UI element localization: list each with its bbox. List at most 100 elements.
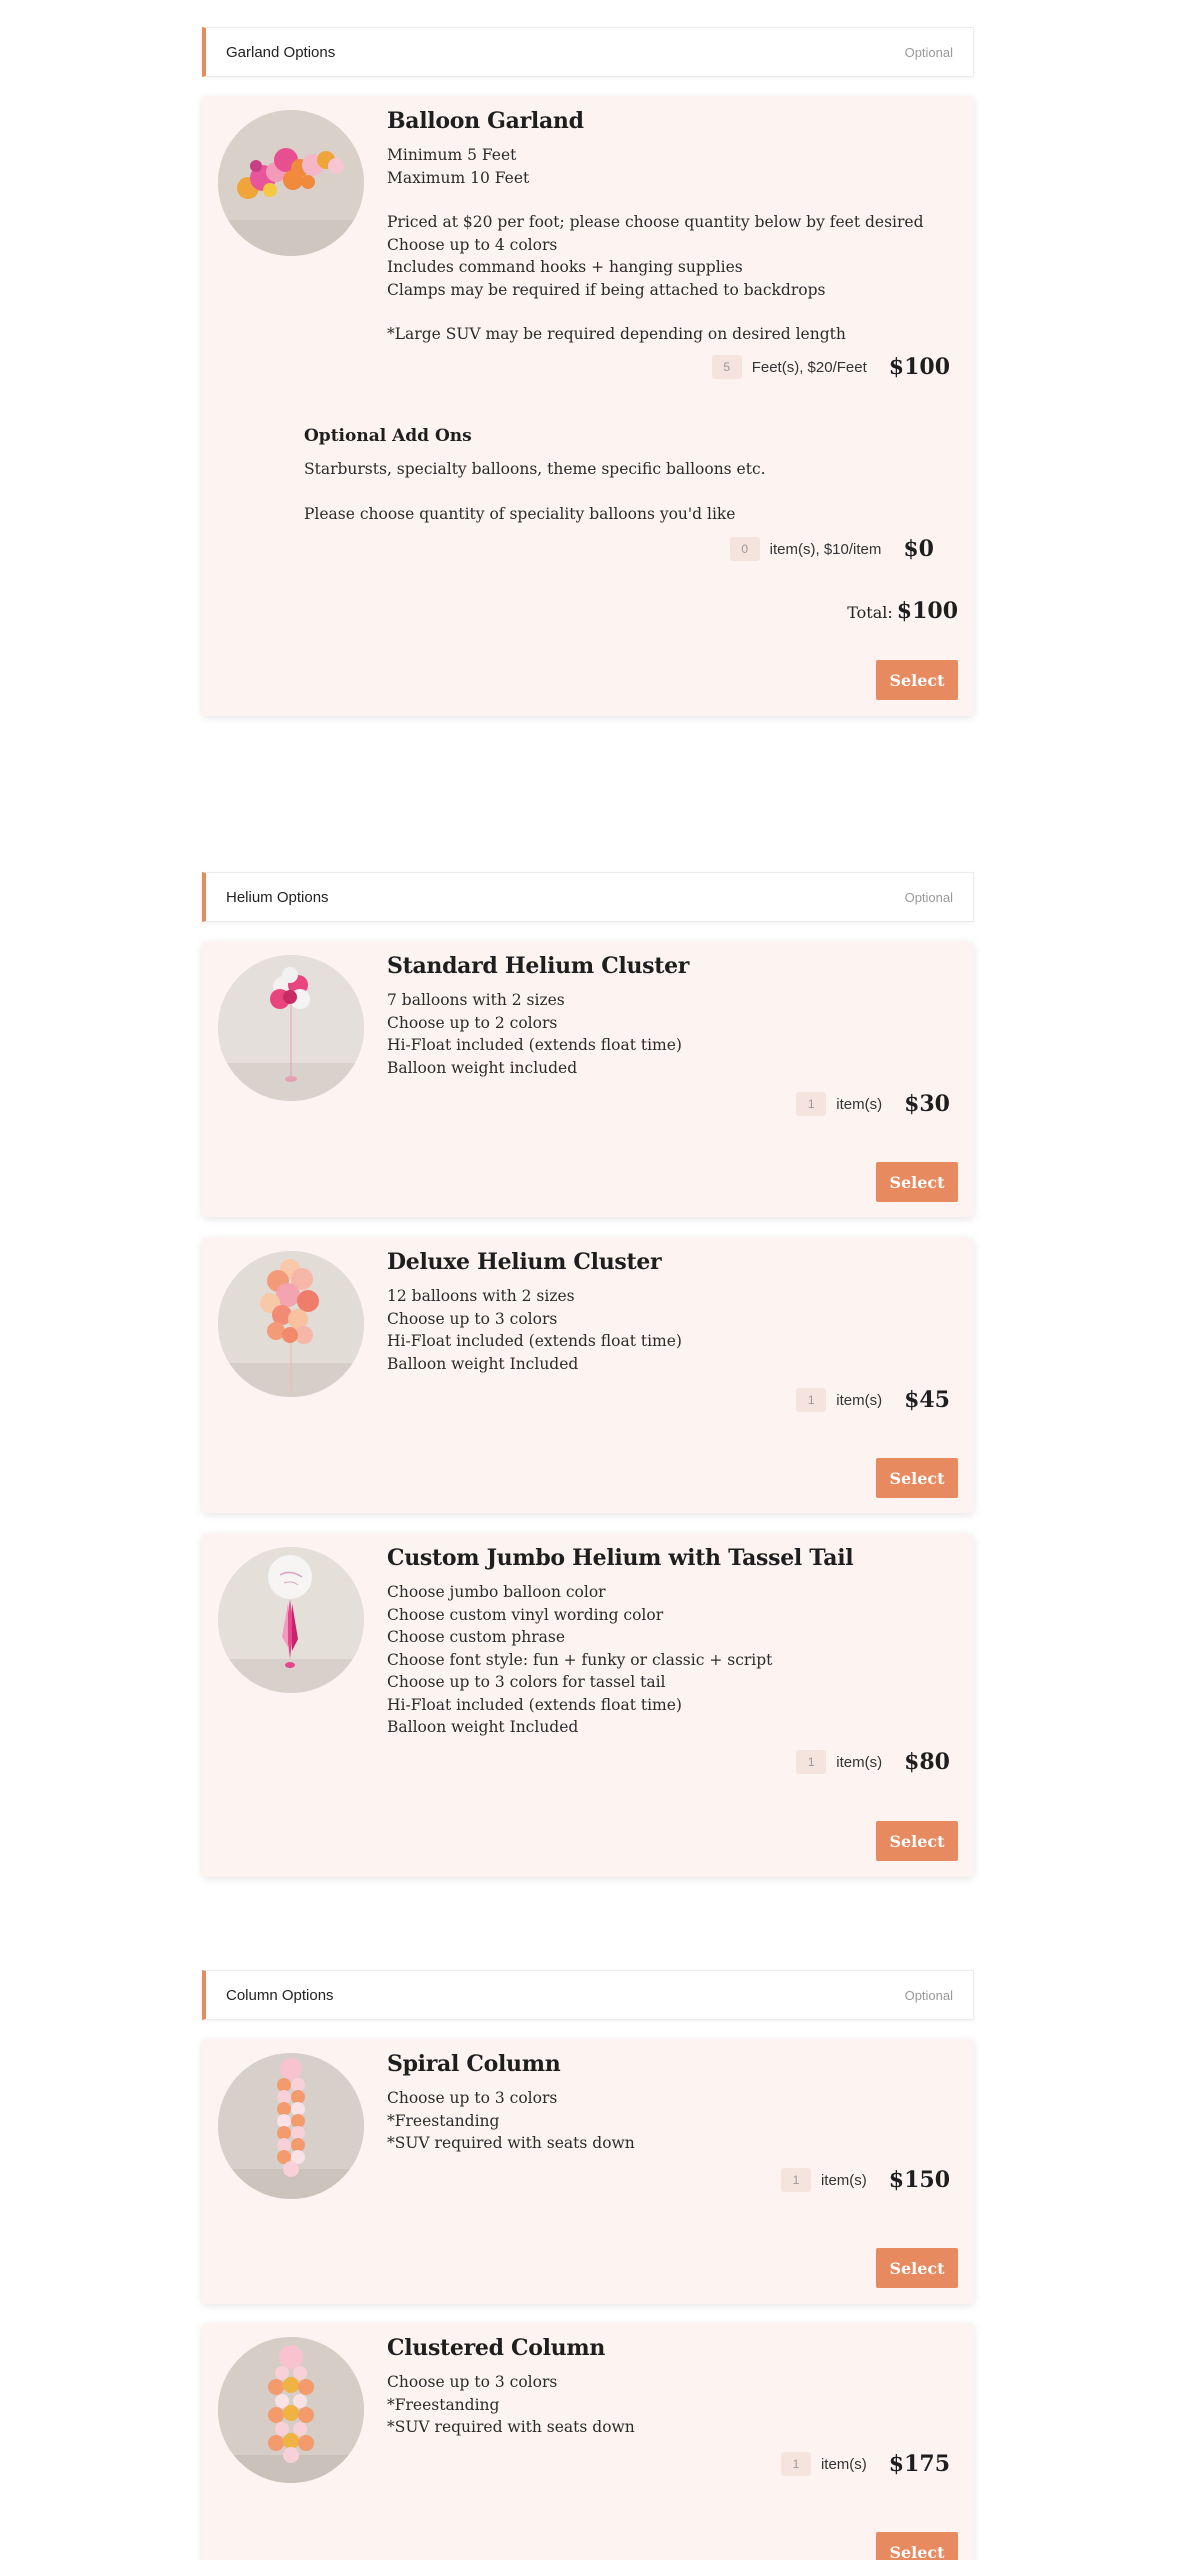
total-row: Total: $100 — [847, 598, 958, 624]
addons-quantity-input[interactable]: 0 — [729, 537, 760, 561]
clustered-column-image — [218, 2337, 364, 2483]
desc-line: Hi-Float included (extends float time) — [387, 1332, 682, 1350]
optional-label: Optional — [904, 1987, 953, 2003]
quantity-row: 1 item(s) $30 — [796, 1091, 950, 1117]
desc-line: *SUV required with seats down — [387, 2418, 635, 2436]
desc-line: Choose font style: fun + funky or classi… — [387, 1650, 773, 1669]
desc-line: Includes command hooks + hanging supplie… — [387, 258, 743, 276]
quantity-unit: Feet(s), $20/Feet — [751, 358, 867, 376]
select-button[interactable]: Select — [876, 2248, 958, 2288]
desc-line: Hi-Float included (extends float time) — [387, 1036, 682, 1054]
desc-line: Priced at $20 per foot; please choose qu… — [387, 213, 924, 231]
desc-line: 7 balloons with 2 sizes — [387, 991, 565, 1009]
desc-line: Choose up to 3 colors for tassel tail — [387, 1673, 666, 1691]
balloon-garland-image — [218, 110, 364, 256]
section-title: Column Options — [226, 1986, 334, 2004]
price: $150 — [888, 2167, 950, 2193]
select-button[interactable]: Select — [876, 1162, 958, 1202]
section-title: Garland Options — [226, 43, 336, 61]
desc-line: Choose up to 4 colors — [387, 235, 558, 254]
quantity-input[interactable]: 1 — [796, 1388, 827, 1412]
desc-line: *Large SUV may be required depending on … — [387, 325, 846, 343]
quantity-unit: item(s) — [820, 2171, 867, 2189]
quantity-row: 1 item(s) $150 — [780, 2167, 950, 2193]
addons-line: Please choose quantity of speciality bal… — [304, 504, 736, 523]
product-title: Deluxe Helium Cluster — [387, 1249, 662, 1275]
total-value: $100 — [896, 598, 958, 624]
addons-price: $0 — [903, 536, 934, 562]
deluxe-helium-image — [218, 1251, 364, 1397]
spiral-column-card: Spiral Column Choose up to 3 colors *Fre… — [202, 2039, 974, 2304]
product-description: 12 balloons with 2 sizes Choose up to 3 … — [387, 1285, 954, 1375]
product-description: Choose jumbo balloon color Choose custom… — [387, 1581, 954, 1739]
quantity-unit: item(s) — [836, 1753, 883, 1771]
desc-line: Choose custom vinyl wording color — [387, 1605, 664, 1624]
desc-line: Choose jumbo balloon color — [387, 1583, 606, 1601]
product-title: Balloon Garland — [387, 108, 584, 134]
jumbo-helium-image — [218, 1547, 364, 1693]
addons-line: Starbursts, specialty balloons, theme sp… — [304, 460, 766, 478]
desc-line: 12 balloons with 2 sizes — [387, 1287, 575, 1305]
quantity-unit: item(s) — [820, 2455, 867, 2473]
product-description: Choose up to 3 colors *Freestanding *SUV… — [387, 2371, 954, 2439]
quantity-row: 5 Feet(s), $20/Feet $100 — [711, 354, 950, 380]
product-title: Custom Jumbo Helium with Tassel Tail — [387, 1545, 854, 1571]
quantity-unit: item(s) — [836, 1391, 883, 1409]
desc-line: *SUV required with seats down — [387, 2134, 635, 2152]
desc-line: *Freestanding — [387, 2395, 500, 2414]
quantity-row: 1 item(s) $45 — [796, 1387, 950, 1413]
desc-line: *Freestanding — [387, 2111, 500, 2130]
product-description: Minimum 5 Feet Maximum 10 Feet Priced at… — [387, 144, 954, 346]
balloon-garland-card: Balloon Garland Minimum 5 Feet Maximum 1… — [202, 96, 974, 716]
desc-line: Balloon weight Included — [387, 1718, 579, 1736]
optional-label: Optional — [904, 44, 953, 60]
helium-options-header[interactable]: Helium Options Optional — [202, 872, 974, 922]
desc-line: Choose up to 3 colors — [387, 2373, 558, 2391]
total-label: Total: — [847, 603, 893, 622]
desc-line: Balloon weight Included — [387, 1354, 579, 1373]
addons-quantity-unit: item(s), $10/item — [769, 540, 882, 558]
quantity-input[interactable]: 1 — [796, 1750, 827, 1774]
quantity-unit: item(s) — [836, 1095, 883, 1113]
select-button[interactable]: Select — [876, 1458, 958, 1498]
desc-line: Hi-Float included (extends float time) — [387, 1695, 682, 1714]
optional-label: Optional — [904, 889, 953, 905]
quantity-input[interactable]: 5 — [711, 355, 742, 379]
desc-line: Maximum 10 Feet — [387, 168, 530, 187]
quantity-input[interactable]: 1 — [796, 1092, 827, 1116]
quantity-row: 1 item(s) $175 — [780, 2451, 950, 2477]
section-title: Helium Options — [226, 888, 329, 906]
quantity-input[interactable]: 1 — [780, 2452, 811, 2476]
price: $45 — [904, 1387, 950, 1413]
price: $80 — [904, 1749, 950, 1775]
product-title: Spiral Column — [387, 2051, 561, 2077]
select-button[interactable]: Select — [876, 1821, 958, 1861]
desc-line: Balloon weight included — [387, 1058, 578, 1077]
quantity-input[interactable]: 1 — [780, 2168, 811, 2192]
desc-line: Minimum 5 Feet — [387, 146, 517, 164]
desc-line: Choose up to 2 colors — [387, 1013, 558, 1032]
product-description: Choose up to 3 colors *Freestanding *SUV… — [387, 2087, 954, 2155]
clustered-column-card: Clustered Column Choose up to 3 colors *… — [202, 2323, 974, 2560]
jumbo-helium-card: Custom Jumbo Helium with Tassel Tail Cho… — [202, 1533, 974, 1877]
select-button[interactable]: Select — [876, 2532, 958, 2560]
select-button[interactable]: Select — [876, 660, 958, 700]
quantity-row: 1 item(s) $80 — [796, 1749, 950, 1775]
standard-helium-image — [218, 955, 364, 1101]
price: $100 — [888, 354, 950, 380]
desc-line: Clamps may be required if being attached… — [387, 280, 826, 299]
spiral-column-image — [218, 2053, 364, 2199]
product-title: Clustered Column — [387, 2335, 606, 2361]
addons-title: Optional Add Ons — [304, 426, 472, 446]
price: $30 — [904, 1091, 950, 1117]
desc-line: Choose up to 3 colors — [387, 2089, 558, 2107]
addons-quantity-row: 0 item(s), $10/item $0 — [729, 536, 934, 562]
deluxe-helium-card: Deluxe Helium Cluster 12 balloons with 2… — [202, 1237, 974, 1513]
column-options-header[interactable]: Column Options Optional — [202, 1970, 974, 2020]
standard-helium-card: Standard Helium Cluster 7 balloons with … — [202, 941, 974, 1217]
product-title: Standard Helium Cluster — [387, 953, 690, 979]
garland-options-header[interactable]: Garland Options Optional — [202, 27, 974, 77]
product-description: 7 balloons with 2 sizes Choose up to 2 c… — [387, 989, 954, 1079]
desc-line: Choose up to 3 colors — [387, 1309, 558, 1328]
price: $175 — [888, 2451, 950, 2477]
